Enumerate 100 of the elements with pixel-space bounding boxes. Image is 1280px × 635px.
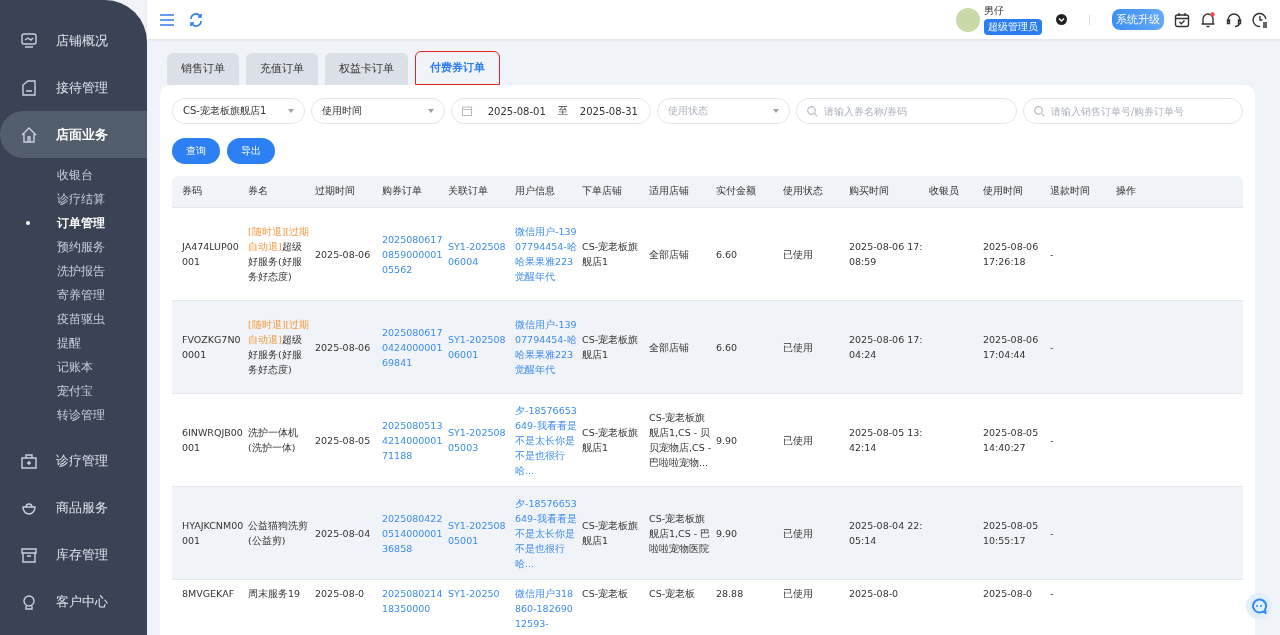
column-header[interactable]: 用户信息 [515, 185, 582, 198]
role-badge: 超级管理员 [984, 19, 1042, 35]
column-header[interactable]: 券名 [248, 185, 315, 198]
sidebar-item[interactable]: 商品服务 [0, 484, 147, 531]
order-search-field[interactable]: 请输入销售订单号/购券订单号 [1023, 98, 1243, 124]
submenu-item[interactable]: 收银台 [0, 163, 147, 187]
table-cell: 已使用 [783, 341, 813, 353]
column-header[interactable]: 券码 [182, 185, 248, 198]
table-cell: 2025-08-05 13:42:14 [849, 427, 923, 453]
table-cell: 2025-08-0 [849, 588, 899, 599]
table-cell: CS-宠老板旗舰店1 [582, 241, 639, 267]
table-cell: 2025-08-04 22:05:14 [849, 520, 923, 546]
table-cell: 2025-08-06 17:04:44 [983, 334, 1039, 360]
tab[interactable]: 权益卡订单 [325, 53, 408, 85]
dropdown-icon[interactable] [1056, 14, 1067, 25]
table-cell: CS-宠老板旗舰店1,CS - 巴啦啦宠物医院 [649, 512, 711, 554]
menu-item-icon [20, 125, 38, 144]
table-cell: FVOZKG7N00001 [182, 334, 241, 360]
calendar-icon[interactable] [1174, 11, 1190, 28]
column-header[interactable]: 购买时间 [849, 185, 929, 198]
table-cell: - [1050, 434, 1054, 446]
column-header[interactable]: 购券订单 [382, 185, 448, 198]
table-cell: CS-宠老板 [649, 588, 696, 599]
start-date: 2025-08-01 [487, 105, 546, 117]
order-link[interactable]: SY1-20250806004 [448, 239, 511, 269]
chat-icon [1251, 598, 1267, 614]
column-header[interactable]: 实付金额 [716, 185, 783, 198]
table-cell: CS-宠老板旗舰店1 [582, 334, 639, 360]
table-cell: CS-宠老板 [582, 588, 629, 599]
clock-icon[interactable] [1252, 11, 1268, 28]
column-header[interactable]: 退款时间 [1050, 185, 1116, 198]
table-cell: JA474LUP00001 [182, 241, 239, 267]
submenu-item[interactable]: 预约服务 [0, 235, 147, 259]
table-cell: 全部店铺 [649, 341, 689, 353]
headset-icon[interactable] [1226, 11, 1242, 28]
search-icon [807, 105, 818, 117]
table-cell: 2025-08-0 [315, 588, 365, 599]
table-cell: 6INWRQJB00001 [182, 427, 243, 453]
table-cell: 已使用 [783, 434, 813, 446]
sidebar-item[interactable]: 店铺概况 [0, 17, 147, 64]
user-link[interactable]: 微信用户318860-18269012593- [515, 586, 578, 631]
coupon-search-field[interactable]: 请输入券名称/券码 [796, 98, 1017, 124]
menu-icon[interactable] [159, 12, 175, 27]
search-icon [1034, 105, 1045, 117]
column-header[interactable]: 使用状态 [783, 185, 849, 198]
chat-button[interactable] [1246, 593, 1272, 619]
submenu-item[interactable]: 提醒 [0, 331, 147, 355]
menu-item-icon [20, 545, 38, 564]
sidebar-item[interactable]: 库存管理 [0, 531, 147, 578]
submenu-item[interactable]: 订单管理 [0, 211, 147, 235]
end-date: 2025-08-31 [579, 105, 638, 117]
user-link[interactable]: 微信用户-13907794454-哈哈果果雅223觉醒年代 [515, 224, 578, 284]
column-header[interactable]: 适用店铺 [649, 185, 716, 198]
coupon-name: [随时退][过期自动退]超级好服务(好服务好态度) [248, 319, 310, 375]
table-cell: HYAJKCNM00001 [182, 520, 244, 546]
calendar-icon [461, 106, 472, 116]
tab[interactable]: 销售订单 [167, 53, 239, 85]
sidebar-item[interactable]: 诊疗管理 [0, 437, 147, 484]
submenu-item[interactable]: 洗护报告 [0, 259, 147, 283]
table-cell: 8MVGEKAF [182, 588, 235, 599]
submenu-item[interactable]: 诊疗结算 [0, 187, 147, 211]
submenu-item[interactable]: 记账本 [0, 355, 147, 379]
tab[interactable]: 付费券订单 [415, 51, 500, 85]
export-button[interactable]: 导出 [227, 138, 275, 164]
table-cell: - [1050, 527, 1054, 539]
column-header[interactable]: 使用时间 [983, 185, 1050, 198]
coupon-name: 周末服务19 [248, 588, 301, 599]
column-header[interactable]: 操作 [1116, 185, 1176, 198]
order-link[interactable]: SY1-20250805003 [448, 425, 511, 455]
column-header[interactable]: 过期时间 [315, 185, 382, 198]
table-cell: 2025-08-06 17:26:18 [983, 241, 1039, 267]
submenu-item[interactable]: 疫苗驱虫 [0, 307, 147, 331]
submenu-item[interactable]: 宠付宝 [0, 379, 147, 403]
table-cell: 2025-08-06 [315, 341, 371, 353]
order-link[interactable]: SY1-20250 [448, 586, 511, 601]
user-link[interactable]: 夕-18576653649-我看看是不是太长你是不是也很行哈... [515, 402, 578, 478]
table-cell: 2025-08-05 [315, 434, 371, 446]
tab[interactable]: 充值订单 [246, 53, 318, 85]
column-header[interactable]: 关联订单 [448, 185, 515, 198]
column-header[interactable]: 下单店铺 [582, 185, 649, 198]
column-header[interactable]: 收银员 [929, 185, 983, 198]
notification-icon[interactable] [1200, 11, 1216, 28]
sidebar-item[interactable]: 店面业务 [0, 111, 147, 158]
table-cell: 6.60 [716, 248, 738, 260]
coupon-name: [随时退][过期自动退]超级好服务(好服务好态度) [248, 226, 310, 282]
table-cell: CS-宠老板旗舰店1,CS - 贝贝宠物店,CS - 巴啦啦宠物... [649, 412, 712, 468]
refresh-icon[interactable] [189, 12, 203, 27]
order-link[interactable]: 202508021418350000 [382, 586, 444, 616]
order-link[interactable]: 2025080513421400000171188 [382, 417, 444, 463]
table-cell: 已使用 [783, 527, 813, 539]
sidebar-item[interactable]: 接待管理 [0, 64, 147, 111]
order-link[interactable]: 2025080617085900000105562 [382, 231, 444, 277]
date-separator: 至 [557, 104, 568, 118]
submenu-item[interactable]: 转诊管理 [0, 403, 147, 427]
query-button[interactable]: 查询 [172, 138, 220, 164]
menu-item-icon [20, 451, 38, 470]
table-cell: 2025-08-04 [315, 527, 371, 539]
submenu-item[interactable]: 寄养管理 [0, 283, 147, 307]
table-cell: 9.90 [716, 434, 738, 446]
sidebar-item[interactable]: 客户中心 [0, 578, 147, 625]
